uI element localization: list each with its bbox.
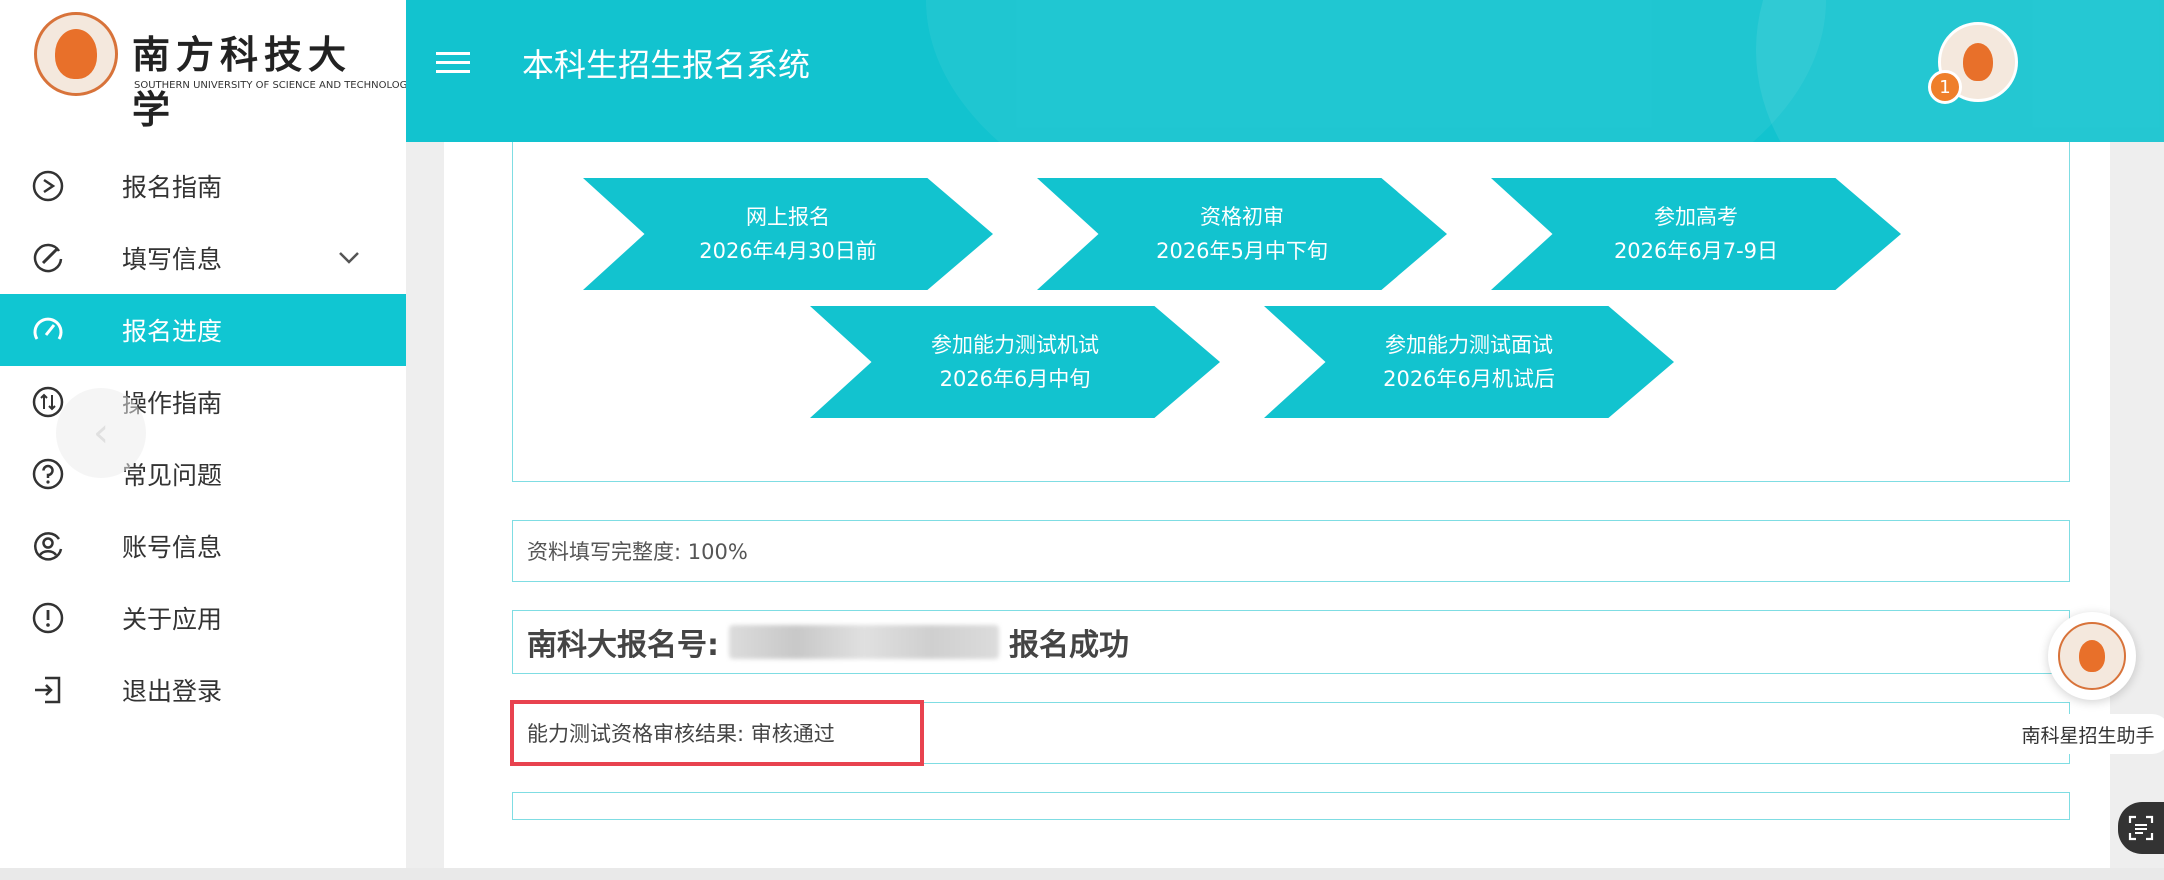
sidebar-item-label: 常见问题 [122,461,223,490]
sidebar-item-label: 报名指南 [122,173,223,202]
step-interview: 参加能力测试面试 2026年6月机试后 [1264,306,1674,418]
university-emblem-icon [34,12,118,96]
hamburger-menu-icon[interactable] [436,46,470,76]
main-content: 网上报名 2026年4月30日前 资格初审 2026年5月中下旬 参加高考 20… [444,142,2110,868]
completeness-text: 资料填写完整度: 100% [527,540,748,564]
university-name-cn: 南方科技大学 [132,32,353,132]
sidebar-item-account[interactable]: 账号信息 [0,510,406,582]
step-date: 2026年6月机试后 [1383,367,1555,391]
page-title: 本科生招生报名系统 [522,46,811,84]
audit-highlight-box [510,700,924,766]
assistant-label[interactable]: 南科星招生助手 [2006,714,2164,754]
play-circle-icon [30,168,66,204]
step-title: 参加高考 [1654,205,1738,229]
sidebar-item-label: 关于应用 [122,605,223,634]
assistant-emblem-icon [2058,622,2126,690]
edit-icon [30,240,66,276]
steps-panel: 网上报名 2026年4月30日前 资格初审 2026年5月中下旬 参加高考 20… [512,142,2070,482]
registration-label: 南科大报名号: [527,628,719,663]
step-date: 2026年6月中旬 [939,367,1091,391]
bottom-bar [0,868,2164,880]
sidebar: 南方科技大学 SOUTHERN UNIVERSITY OF SCIENCE AN… [0,0,413,868]
dashboard-icon [30,312,66,348]
assistant-button[interactable] [2048,612,2136,700]
info-circle-icon [30,600,66,636]
step-title: 网上报名 [746,205,830,229]
chevron-down-icon [338,246,360,271]
top-header: 本科生招生报名系统 1 [406,0,2164,142]
header-decoration [926,0,1826,142]
step-date: 2026年6月7-9日 [1613,239,1779,263]
sidebar-item-label: 报名进度 [122,317,223,346]
question-circle-icon [30,456,66,492]
user-circle-icon [30,528,66,564]
registration-number-redacted [729,625,999,659]
step-date: 2026年4月30日前 [699,239,877,263]
notification-badge: 1 [1928,70,1962,104]
step-computer-test: 参加能力测试机试 2026年6月中旬 [810,306,1220,418]
sidebar-item-label: 账号信息 [122,533,223,562]
scan-icon[interactable] [2118,802,2164,854]
step-title: 参加能力测试面试 [1385,333,1553,357]
sidebar-item-guide[interactable]: 报名指南 [0,150,406,222]
sidebar-item-fill-info[interactable]: 填写信息 [0,222,406,294]
step-title: 参加能力测试机试 [931,333,1099,357]
university-logo[interactable]: 南方科技大学 SOUTHERN UNIVERSITY OF SCIENCE AN… [34,12,413,132]
registration-status: 报名成功 [1009,628,1129,663]
registration-panel: 南科大报名号: 报名成功 [512,610,2070,674]
step-online-registration: 网上报名 2026年4月30日前 [583,178,993,290]
sidebar-item-logout[interactable]: 退出登录 [0,654,406,726]
step-gaokao: 参加高考 2026年6月7-9日 [1491,178,1901,290]
logout-icon [30,672,66,708]
sidebar-item-label: 退出登录 [122,677,223,706]
step-title: 资格初审 [1200,205,1284,229]
step-date: 2026年5月中下旬 [1156,239,1328,263]
completeness-panel: 资料填写完整度: 100% [512,520,2070,582]
step-initial-review: 资格初审 2026年5月中下旬 [1037,178,1447,290]
chevron-left-icon: ‹ [56,388,146,478]
university-name-en: SOUTHERN UNIVERSITY OF SCIENCE AND TECHN… [134,80,413,91]
sidebar-item-progress[interactable]: 报名进度 [0,294,406,366]
sidebar-item-label: 填写信息 [122,245,223,274]
empty-panel [512,792,2070,820]
sidebar-item-about[interactable]: 关于应用 [0,582,406,654]
